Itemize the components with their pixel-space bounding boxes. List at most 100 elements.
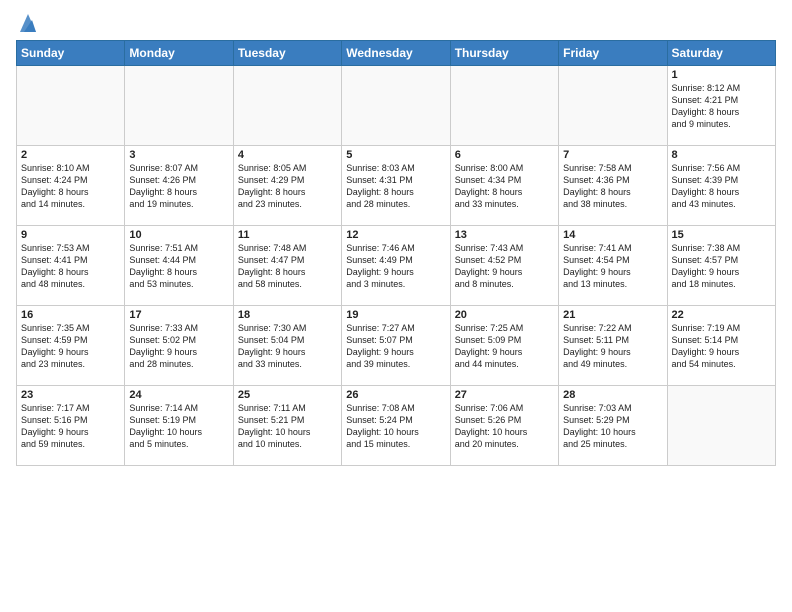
calendar-cell: 7Sunrise: 7:58 AM Sunset: 4:36 PM Daylig… — [559, 146, 667, 226]
day-info: Sunrise: 7:17 AM Sunset: 5:16 PM Dayligh… — [21, 402, 120, 451]
calendar-cell: 4Sunrise: 8:05 AM Sunset: 4:29 PM Daylig… — [233, 146, 341, 226]
day-number: 26 — [346, 389, 445, 401]
day-number: 1 — [672, 69, 771, 81]
day-info: Sunrise: 7:56 AM Sunset: 4:39 PM Dayligh… — [672, 162, 771, 211]
day-number: 4 — [238, 149, 337, 161]
day-number: 3 — [129, 149, 228, 161]
calendar-cell — [342, 66, 450, 146]
calendar-cell — [17, 66, 125, 146]
day-info: Sunrise: 7:43 AM Sunset: 4:52 PM Dayligh… — [455, 242, 554, 291]
calendar-cell — [125, 66, 233, 146]
day-number: 5 — [346, 149, 445, 161]
day-info: Sunrise: 7:14 AM Sunset: 5:19 PM Dayligh… — [129, 402, 228, 451]
calendar-cell: 28Sunrise: 7:03 AM Sunset: 5:29 PM Dayli… — [559, 386, 667, 466]
day-info: Sunrise: 7:25 AM Sunset: 5:09 PM Dayligh… — [455, 322, 554, 371]
day-info: Sunrise: 8:03 AM Sunset: 4:31 PM Dayligh… — [346, 162, 445, 211]
page: SundayMondayTuesdayWednesdayThursdayFrid… — [0, 0, 792, 474]
calendar-cell: 22Sunrise: 7:19 AM Sunset: 5:14 PM Dayli… — [667, 306, 775, 386]
calendar-cell: 12Sunrise: 7:46 AM Sunset: 4:49 PM Dayli… — [342, 226, 450, 306]
calendar-week-row: 16Sunrise: 7:35 AM Sunset: 4:59 PM Dayli… — [17, 306, 776, 386]
calendar-cell: 9Sunrise: 7:53 AM Sunset: 4:41 PM Daylig… — [17, 226, 125, 306]
calendar-cell: 16Sunrise: 7:35 AM Sunset: 4:59 PM Dayli… — [17, 306, 125, 386]
calendar-weekday-tuesday: Tuesday — [233, 41, 341, 66]
day-info: Sunrise: 7:38 AM Sunset: 4:57 PM Dayligh… — [672, 242, 771, 291]
day-info: Sunrise: 8:00 AM Sunset: 4:34 PM Dayligh… — [455, 162, 554, 211]
calendar-cell — [559, 66, 667, 146]
day-info: Sunrise: 7:41 AM Sunset: 4:54 PM Dayligh… — [563, 242, 662, 291]
calendar-weekday-thursday: Thursday — [450, 41, 558, 66]
day-number: 8 — [672, 149, 771, 161]
calendar-cell: 25Sunrise: 7:11 AM Sunset: 5:21 PM Dayli… — [233, 386, 341, 466]
day-number: 24 — [129, 389, 228, 401]
day-number: 14 — [563, 229, 662, 241]
day-number: 15 — [672, 229, 771, 241]
day-number: 11 — [238, 229, 337, 241]
day-number: 25 — [238, 389, 337, 401]
calendar-week-row: 9Sunrise: 7:53 AM Sunset: 4:41 PM Daylig… — [17, 226, 776, 306]
day-number: 18 — [238, 309, 337, 321]
calendar-cell: 8Sunrise: 7:56 AM Sunset: 4:39 PM Daylig… — [667, 146, 775, 226]
calendar-cell: 17Sunrise: 7:33 AM Sunset: 5:02 PM Dayli… — [125, 306, 233, 386]
day-info: Sunrise: 8:05 AM Sunset: 4:29 PM Dayligh… — [238, 162, 337, 211]
calendar-cell: 21Sunrise: 7:22 AM Sunset: 5:11 PM Dayli… — [559, 306, 667, 386]
day-info: Sunrise: 7:53 AM Sunset: 4:41 PM Dayligh… — [21, 242, 120, 291]
day-number: 13 — [455, 229, 554, 241]
day-info: Sunrise: 8:10 AM Sunset: 4:24 PM Dayligh… — [21, 162, 120, 211]
day-info: Sunrise: 7:27 AM Sunset: 5:07 PM Dayligh… — [346, 322, 445, 371]
day-info: Sunrise: 7:11 AM Sunset: 5:21 PM Dayligh… — [238, 402, 337, 451]
day-number: 27 — [455, 389, 554, 401]
day-number: 19 — [346, 309, 445, 321]
calendar-week-row: 1Sunrise: 8:12 AM Sunset: 4:21 PM Daylig… — [17, 66, 776, 146]
day-number: 12 — [346, 229, 445, 241]
day-info: Sunrise: 7:06 AM Sunset: 5:26 PM Dayligh… — [455, 402, 554, 451]
calendar-cell: 6Sunrise: 8:00 AM Sunset: 4:34 PM Daylig… — [450, 146, 558, 226]
day-number: 20 — [455, 309, 554, 321]
calendar-cell: 13Sunrise: 7:43 AM Sunset: 4:52 PM Dayli… — [450, 226, 558, 306]
day-info: Sunrise: 7:19 AM Sunset: 5:14 PM Dayligh… — [672, 322, 771, 371]
day-info: Sunrise: 7:51 AM Sunset: 4:44 PM Dayligh… — [129, 242, 228, 291]
calendar-week-row: 2Sunrise: 8:10 AM Sunset: 4:24 PM Daylig… — [17, 146, 776, 226]
calendar-cell: 27Sunrise: 7:06 AM Sunset: 5:26 PM Dayli… — [450, 386, 558, 466]
day-info: Sunrise: 7:08 AM Sunset: 5:24 PM Dayligh… — [346, 402, 445, 451]
day-number: 2 — [21, 149, 120, 161]
day-info: Sunrise: 7:33 AM Sunset: 5:02 PM Dayligh… — [129, 322, 228, 371]
calendar-cell — [450, 66, 558, 146]
calendar-cell: 2Sunrise: 8:10 AM Sunset: 4:24 PM Daylig… — [17, 146, 125, 226]
calendar-cell: 20Sunrise: 7:25 AM Sunset: 5:09 PM Dayli… — [450, 306, 558, 386]
day-info: Sunrise: 7:46 AM Sunset: 4:49 PM Dayligh… — [346, 242, 445, 291]
calendar-week-row: 23Sunrise: 7:17 AM Sunset: 5:16 PM Dayli… — [17, 386, 776, 466]
calendar-cell: 26Sunrise: 7:08 AM Sunset: 5:24 PM Dayli… — [342, 386, 450, 466]
day-number: 23 — [21, 389, 120, 401]
calendar-cell: 19Sunrise: 7:27 AM Sunset: 5:07 PM Dayli… — [342, 306, 450, 386]
calendar-cell: 23Sunrise: 7:17 AM Sunset: 5:16 PM Dayli… — [17, 386, 125, 466]
calendar-weekday-monday: Monday — [125, 41, 233, 66]
day-info: Sunrise: 7:58 AM Sunset: 4:36 PM Dayligh… — [563, 162, 662, 211]
day-number: 16 — [21, 309, 120, 321]
day-number: 22 — [672, 309, 771, 321]
calendar-cell: 11Sunrise: 7:48 AM Sunset: 4:47 PM Dayli… — [233, 226, 341, 306]
header — [16, 12, 776, 34]
day-info: Sunrise: 7:35 AM Sunset: 4:59 PM Dayligh… — [21, 322, 120, 371]
calendar-weekday-wednesday: Wednesday — [342, 41, 450, 66]
day-info: Sunrise: 7:03 AM Sunset: 5:29 PM Dayligh… — [563, 402, 662, 451]
calendar-cell: 15Sunrise: 7:38 AM Sunset: 4:57 PM Dayli… — [667, 226, 775, 306]
calendar-cell: 24Sunrise: 7:14 AM Sunset: 5:19 PM Dayli… — [125, 386, 233, 466]
logo — [16, 12, 38, 34]
calendar-cell: 10Sunrise: 7:51 AM Sunset: 4:44 PM Dayli… — [125, 226, 233, 306]
logo-icon — [18, 12, 38, 34]
day-info: Sunrise: 7:22 AM Sunset: 5:11 PM Dayligh… — [563, 322, 662, 371]
calendar-weekday-sunday: Sunday — [17, 41, 125, 66]
day-number: 6 — [455, 149, 554, 161]
calendar-cell — [233, 66, 341, 146]
calendar-cell — [667, 386, 775, 466]
calendar-cell: 5Sunrise: 8:03 AM Sunset: 4:31 PM Daylig… — [342, 146, 450, 226]
calendar-cell: 3Sunrise: 8:07 AM Sunset: 4:26 PM Daylig… — [125, 146, 233, 226]
day-info: Sunrise: 8:07 AM Sunset: 4:26 PM Dayligh… — [129, 162, 228, 211]
day-info: Sunrise: 7:30 AM Sunset: 5:04 PM Dayligh… — [238, 322, 337, 371]
day-info: Sunrise: 8:12 AM Sunset: 4:21 PM Dayligh… — [672, 82, 771, 131]
day-info: Sunrise: 7:48 AM Sunset: 4:47 PM Dayligh… — [238, 242, 337, 291]
calendar-table: SundayMondayTuesdayWednesdayThursdayFrid… — [16, 40, 776, 466]
day-number: 28 — [563, 389, 662, 401]
day-number: 7 — [563, 149, 662, 161]
calendar-header-row: SundayMondayTuesdayWednesdayThursdayFrid… — [17, 41, 776, 66]
